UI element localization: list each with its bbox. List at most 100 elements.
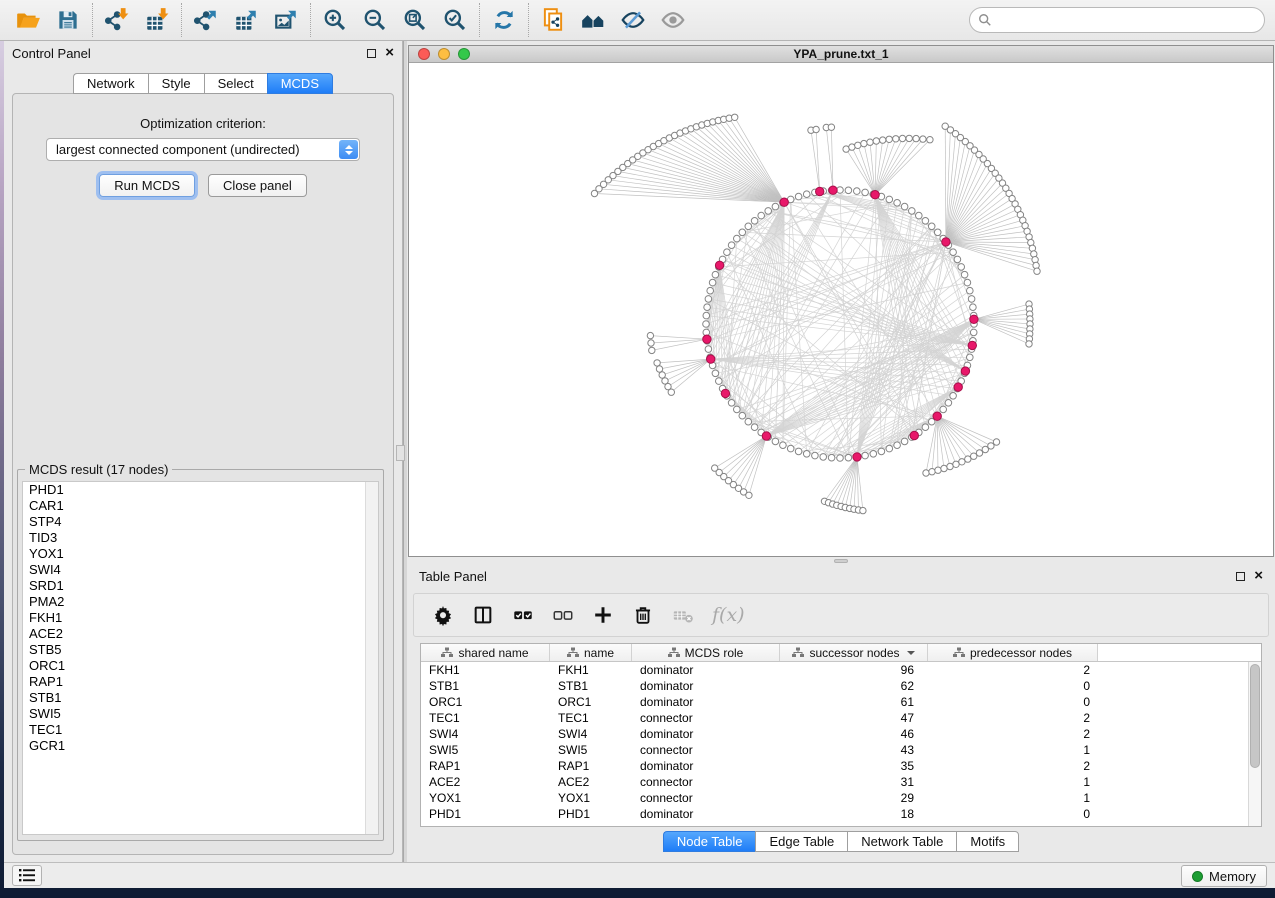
zoom-out-icon (362, 7, 388, 33)
export-network-button[interactable] (186, 1, 226, 39)
close-panel-button[interactable]: Close panel (208, 174, 307, 197)
export-table-button[interactable] (226, 1, 266, 39)
table-cell: ACE2 (421, 774, 550, 790)
mcds-result-item[interactable]: PMA2 (23, 594, 378, 610)
table-row[interactable]: YOX1YOX1connector291 (421, 790, 1261, 806)
float-panel-icon[interactable] (367, 49, 376, 58)
table-scrollbar[interactable] (1248, 662, 1261, 826)
table-cell: 2 (928, 726, 1098, 742)
import-table-button[interactable] (137, 1, 177, 39)
table-mode-button[interactable] (432, 604, 454, 626)
show-panels-button[interactable] (12, 865, 42, 886)
hide-selected-button[interactable] (613, 1, 653, 39)
zoom-out-button[interactable] (355, 1, 395, 39)
table-row[interactable]: RAP1RAP1dominator352 (421, 758, 1261, 774)
zoom-fit-button[interactable] (395, 1, 435, 39)
mcds-result-item[interactable]: RAP1 (23, 674, 378, 690)
select-all-button[interactable] (512, 604, 534, 626)
function-builder-icon: f(x) (712, 604, 745, 626)
import-network-button[interactable] (97, 1, 137, 39)
mcds-result-item[interactable]: STB1 (23, 690, 378, 706)
mcds-result-item[interactable]: GCR1 (23, 738, 378, 754)
create-column-button[interactable] (592, 604, 614, 626)
tab-network-table[interactable]: Network Table (847, 831, 956, 852)
table-row[interactable]: ORC1ORC1dominator610 (421, 694, 1261, 710)
mcds-result-item[interactable]: TEC1 (23, 722, 378, 738)
close-window-icon[interactable] (418, 48, 430, 60)
mcds-result-item[interactable]: ACE2 (23, 626, 378, 642)
zoom-in-button[interactable] (315, 1, 355, 39)
optimization-criterion-label: Optimization criterion: (13, 116, 393, 131)
table-row[interactable]: SWI4SWI4dominator462 (421, 726, 1261, 742)
column-header-MCDS-role[interactable]: MCDS role (632, 644, 780, 661)
control-panel: Control Panel × NetworkStyleSelectMCDS O… (4, 41, 403, 862)
table-cell: ORC1 (421, 694, 550, 710)
mcds-result-item[interactable]: STB5 (23, 642, 378, 658)
tab-motifs[interactable]: Motifs (956, 831, 1019, 852)
save-session-icon (55, 7, 81, 33)
column-header-successor-nodes[interactable]: successor nodes (780, 644, 928, 661)
mcds-result-item[interactable]: CAR1 (23, 498, 378, 514)
table-cell: STB1 (550, 678, 632, 694)
network-window: YPA_prune.txt_1 (408, 45, 1274, 557)
table-cell: connector (632, 774, 780, 790)
run-mcds-button[interactable]: Run MCDS (99, 174, 195, 197)
mcds-result-item[interactable]: SWI4 (23, 562, 378, 578)
mcds-result-item[interactable]: TID3 (23, 530, 378, 546)
delete-column-button[interactable] (632, 604, 654, 626)
network-graph[interactable] (409, 63, 1273, 556)
column-header-shared-name[interactable]: shared name (421, 644, 550, 661)
table-cell: connector (632, 742, 780, 758)
close-panel-icon[interactable]: × (385, 48, 394, 58)
toolbar-separator (92, 3, 93, 37)
splitter-handle[interactable] (396, 445, 405, 461)
mcds-result-item[interactable]: SWI5 (23, 706, 378, 722)
show-all-button (653, 1, 693, 39)
criterion-select[interactable]: largest connected component (undirected) (46, 138, 360, 161)
open-file-button[interactable] (8, 1, 48, 39)
new-network-from-selection-button[interactable] (533, 1, 573, 39)
memory-button[interactable]: Memory (1181, 865, 1267, 887)
search-input[interactable] (998, 13, 1256, 28)
mcds-result-item[interactable]: SRD1 (23, 578, 378, 594)
search-box[interactable] (969, 7, 1265, 33)
export-image-icon (273, 7, 299, 33)
deselect-all-button[interactable] (552, 604, 574, 626)
table-row[interactable]: PHD1PHD1dominator180 (421, 806, 1261, 822)
table-row[interactable]: SWI5SWI5connector431 (421, 742, 1261, 758)
tab-edge-table[interactable]: Edge Table (755, 831, 847, 852)
column-header-name[interactable]: name (550, 644, 632, 661)
table-row[interactable]: TEC1TEC1connector472 (421, 710, 1261, 726)
column-header-predecessor-nodes[interactable]: predecessor nodes (928, 644, 1098, 661)
mcds-list-scrollbar[interactable] (365, 482, 378, 834)
tab-node-table[interactable]: Node Table (663, 831, 756, 852)
apply-layout-button[interactable] (484, 1, 524, 39)
tab-style[interactable]: Style (148, 73, 204, 94)
table-row[interactable]: ACE2ACE2connector311 (421, 774, 1261, 790)
maximize-window-icon[interactable] (458, 48, 470, 60)
toolbar-separator (181, 3, 182, 37)
column-header-label: predecessor nodes (970, 646, 1072, 660)
column-visibility-button[interactable] (472, 604, 494, 626)
show-all-icon (660, 7, 686, 33)
table-row[interactable]: STB1STB1dominator620 (421, 678, 1261, 694)
mcds-result-item[interactable]: PHD1 (23, 482, 378, 498)
mcds-result-groupbox: MCDS result (17 nodes) PHD1CAR1STP4TID3Y… (17, 469, 384, 841)
tab-network[interactable]: Network (73, 73, 148, 94)
tab-mcds[interactable]: MCDS (267, 73, 333, 94)
mcds-tab-content: Optimization criterion: largest connecte… (12, 93, 394, 855)
mcds-result-item[interactable]: ORC1 (23, 658, 378, 674)
save-session-button[interactable] (48, 1, 88, 39)
mcds-result-item[interactable]: YOX1 (23, 546, 378, 562)
float-table-panel-icon[interactable] (1236, 572, 1245, 581)
zoom-selected-button[interactable] (435, 1, 475, 39)
export-image-button[interactable] (266, 1, 306, 39)
first-neighbors-button[interactable] (573, 1, 613, 39)
close-table-panel-icon[interactable]: × (1254, 571, 1263, 581)
table-row[interactable]: FKH1FKH1dominator962 (421, 662, 1261, 678)
tab-select[interactable]: Select (204, 73, 267, 94)
mcds-result-item[interactable]: STP4 (23, 514, 378, 530)
mcds-result-item[interactable]: FKH1 (23, 610, 378, 626)
minimize-window-icon[interactable] (438, 48, 450, 60)
table-scrollbar-thumb[interactable] (1250, 664, 1260, 768)
